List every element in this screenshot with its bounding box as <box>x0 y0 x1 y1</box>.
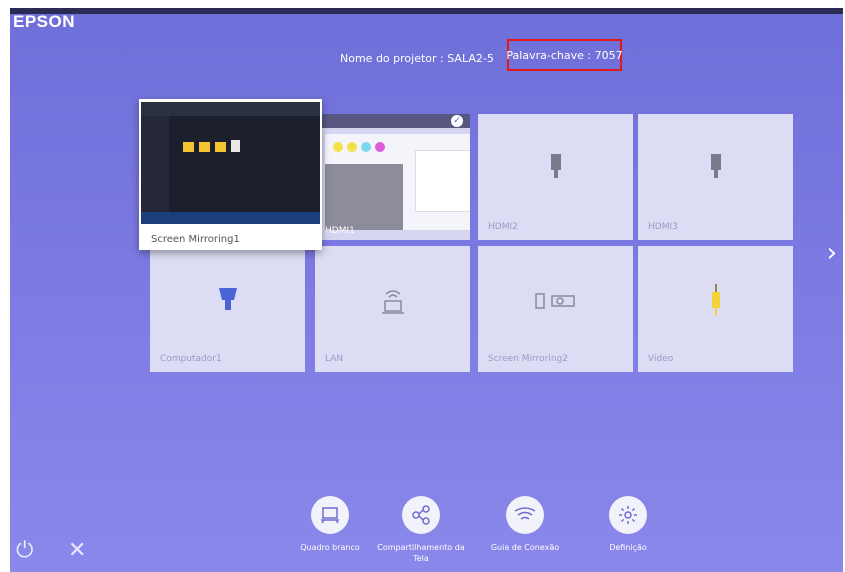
projector-name: Nome do projetor : SALA2-5 <box>340 52 494 65</box>
source-tile-computador1[interactable]: Computador1 <box>150 246 305 372</box>
hdmi-plug-icon <box>549 153 563 188</box>
source-tile-hdmi1[interactable]: ✓ HDMI1 <box>315 114 470 240</box>
keyword-text: Palavra-chave : 7057 <box>506 48 623 62</box>
next-page-chevron-icon[interactable]: › <box>827 238 837 268</box>
source-label: HDMI1 <box>325 226 355 236</box>
epson-logo: EPSON <box>13 12 76 31</box>
whiteboard-button[interactable]: Quadro branco <box>285 496 375 553</box>
source-tile-lan[interactable]: LAN <box>315 246 470 372</box>
rca-plug-icon <box>710 283 722 322</box>
bottom-menu-label: Quadro branco <box>300 543 360 552</box>
hdmi1-preview <box>325 134 470 230</box>
source-label: Computador1 <box>160 354 222 364</box>
whiteboard-icon <box>311 496 349 534</box>
bottom-menu-label: Guia de Conexão <box>490 543 560 552</box>
vga-plug-icon <box>217 286 239 320</box>
check-icon: ✓ <box>451 115 463 127</box>
source-label: LAN <box>325 354 344 364</box>
wifi-icon <box>506 496 544 534</box>
keyword-highlight: Palavra-chave : 7057 <box>506 39 623 71</box>
screen-share-button[interactable]: Compartilhamento da Tela <box>376 496 466 564</box>
settings-button[interactable]: Definição <box>583 496 673 553</box>
screen-mirroring1-preview <box>141 102 320 224</box>
top-strip <box>10 8 843 14</box>
hdmi-plug-icon <box>709 153 723 188</box>
source-label: Screen Mirroring1 <box>151 234 240 245</box>
power-icon[interactable]: ⏻ <box>16 538 33 563</box>
bottom-menu-label: Definição <box>609 543 647 552</box>
source-label: HDMI2 <box>488 222 518 232</box>
projector-home-screen: EPSON Nome do projetor : SALA2-5 Palavra… <box>10 8 843 572</box>
source-label: HDMI3 <box>648 222 678 232</box>
source-tile-hdmi3[interactable]: HDMI3 <box>638 114 793 240</box>
source-tile-video[interactable]: Video <box>638 246 793 372</box>
gear-icon <box>609 496 647 534</box>
close-icon[interactable]: ✕ <box>68 538 86 563</box>
source-tile-screen-mirroring2[interactable]: Screen Mirroring2 <box>478 246 633 372</box>
source-tile-hdmi2[interactable]: HDMI2 <box>478 114 633 240</box>
source-label: Video <box>648 354 674 364</box>
share-icon <box>402 496 440 534</box>
connection-guide-button[interactable]: Guia de Conexão <box>480 496 570 553</box>
source-tile-screen-mirroring1[interactable]: Screen Mirroring1 <box>139 99 322 250</box>
network-computer-icon <box>378 286 408 320</box>
screen-mirroring-icon <box>534 289 578 317</box>
bottom-menu-label: Compartilhamento da Tela <box>377 543 465 563</box>
active-source-bar <box>315 114 470 128</box>
source-label: Screen Mirroring2 <box>488 354 568 364</box>
